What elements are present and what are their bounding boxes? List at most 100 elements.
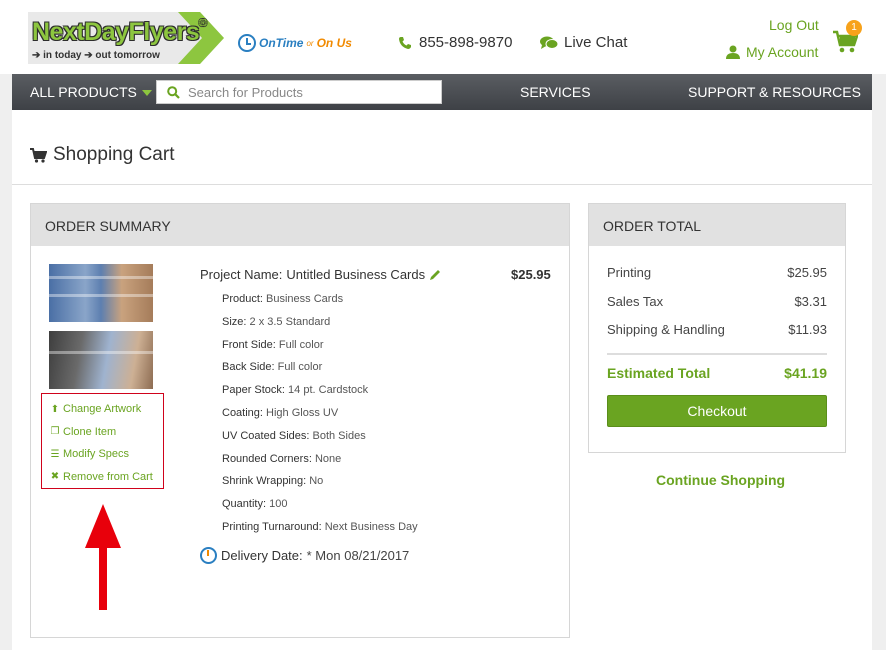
continue-shopping-link[interactable]: Continue Shopping (656, 472, 785, 488)
site-header: NextDayFlyers® ➔ in today ➔ out tomorrow… (0, 0, 886, 74)
estimated-total-row: Estimated Total $41.19 (607, 365, 827, 395)
project-name-row: Project Name: Untitled Business Cards (200, 267, 441, 282)
nav-support-resources[interactable]: SUPPORT & RESOURCES (688, 84, 861, 100)
site-logo[interactable]: NextDayFlyers® ➔ in today ➔ out tomorrow (28, 12, 224, 64)
spec-row: UV Coated Sides: Both Sides (222, 429, 542, 452)
spec-list: Product: Business Cards Size: 2 x 3.5 St… (222, 292, 542, 543)
upload-icon: ⬆ (50, 403, 60, 415)
ontime-or-text: or (306, 38, 314, 48)
nav-all-products[interactable]: ALL PRODUCTS (30, 84, 152, 100)
live-chat-label: Live Chat (564, 34, 628, 51)
spec-key: UV Coated Sides: (222, 429, 310, 442)
total-line: Sales Tax $3.31 (607, 293, 827, 322)
spec-value: Next Business Day (324, 520, 418, 533)
total-line-value: $25.95 (787, 265, 827, 280)
project-name-value: Untitled Business Cards (286, 267, 426, 282)
spec-key: Shrink Wrapping: (222, 475, 307, 488)
order-total-body: Printing $25.95 Sales Tax $3.31 Shipping… (589, 246, 845, 427)
ontime-badge[interactable]: OnTime or On Us (238, 34, 352, 52)
my-account-link[interactable]: My Account (726, 44, 818, 60)
project-name-label: Project Name: (200, 267, 283, 282)
spec-row: Shrink Wrapping: No (222, 474, 542, 497)
change-artwork-label: Change Artwork (63, 403, 142, 416)
spec-key: Size: (222, 315, 247, 328)
search-bar (156, 80, 442, 104)
spec-row: Product: Business Cards (222, 292, 542, 315)
phone-number: 855-898-9870 (419, 34, 513, 51)
spec-value: Both Sides (312, 429, 366, 442)
delivery-date-value: * Mon 08/21/2017 (306, 548, 410, 563)
red-arrow-annotation (85, 504, 121, 610)
spec-key: Product: (222, 293, 263, 305)
divider (12, 184, 872, 185)
item-price: $25.95 (511, 267, 551, 282)
clone-icon: ❐ (50, 426, 60, 438)
nav-services[interactable]: SERVICES (520, 84, 591, 100)
onus-text: On Us (316, 36, 352, 50)
spec-value: 2 x 3.5 Standard (249, 315, 331, 328)
spec-value: Full color (278, 338, 324, 351)
product-image-back[interactable] (49, 331, 153, 389)
spec-row: Back Side: Full color (222, 360, 542, 383)
cart-title-icon (30, 147, 47, 163)
total-line: Shipping & Handling $11.93 (607, 321, 827, 350)
estimated-total-value: $41.19 (784, 364, 827, 381)
close-icon: ✖ (50, 471, 60, 483)
total-line-value: $11.93 (788, 322, 827, 337)
phone-link[interactable]: 855-898-9870 (398, 34, 512, 51)
remove-from-cart-link[interactable]: ✖ Remove from Cart (50, 466, 163, 489)
checkout-button[interactable]: Checkout (607, 394, 827, 427)
spec-row: Quantity: 100 (222, 497, 542, 520)
spec-row: Paper Stock: 14 pt. Cardstock (222, 383, 542, 406)
caret-down-icon (141, 90, 152, 97)
main-nav: ALL PRODUCTS SERVICES SUPPORT & RESOURCE… (12, 74, 872, 110)
nav-all-products-label: ALL PRODUCTS (30, 84, 137, 100)
spec-key: Paper Stock: (222, 384, 285, 397)
spec-key: Quantity: (222, 498, 267, 511)
order-total-panel: ORDER TOTAL Printing $25.95 Sales Tax $3… (588, 203, 846, 453)
log-out-link[interactable]: Log Out (769, 17, 819, 33)
delivery-date-row: Delivery Date: * Mon 08/21/2017 (200, 547, 409, 564)
spec-row: Coating: High Gloss UV (222, 406, 542, 429)
image-detail (49, 351, 153, 354)
page-title-text: Shopping Cart (53, 144, 175, 165)
order-summary-panel: ORDER SUMMARY ⬆ Change Artwork ❐ Clone I… (30, 203, 570, 638)
logo-tagline: ➔ in today ➔ out tomorrow (32, 50, 160, 61)
spec-value: 100 (269, 498, 288, 511)
spec-key: Printing Turnaround: (222, 520, 322, 533)
total-line-label: Sales Tax (607, 293, 664, 309)
spec-row: Printing Turnaround: Next Business Day (222, 520, 542, 543)
item-actions-box: ⬆ Change Artwork ❐ Clone Item ☰ Modify S… (41, 393, 164, 489)
spec-row: Front Side: Full color (222, 338, 542, 361)
modify-specs-link[interactable]: ☰ Modify Specs (50, 443, 163, 466)
phone-icon (399, 36, 411, 49)
spec-key: Coating: (222, 406, 263, 419)
spec-value: Full color (277, 361, 323, 374)
clone-item-link[interactable]: ❐ Clone Item (50, 421, 163, 444)
my-account-label: My Account (746, 44, 819, 60)
delivery-date-label: Delivery Date: (221, 548, 303, 563)
live-chat-link[interactable]: Live Chat (540, 34, 627, 51)
remove-from-cart-label: Remove from Cart (63, 470, 153, 483)
total-line: Printing $25.95 (607, 264, 827, 293)
spec-row: Rounded Corners: None (222, 452, 542, 475)
image-detail (49, 276, 153, 279)
product-image-front[interactable] (49, 264, 153, 322)
spec-value: No (309, 475, 324, 488)
spec-value: High Gloss UV (266, 406, 339, 419)
change-artwork-link[interactable]: ⬆ Change Artwork (50, 398, 163, 421)
spec-key: Rounded Corners: (222, 452, 312, 465)
order-summary-heading: ORDER SUMMARY (31, 204, 569, 246)
search-icon[interactable] (167, 85, 180, 99)
page-title: Shopping Cart (30, 144, 174, 166)
spec-key: Front Side: (222, 338, 276, 351)
clock-icon (238, 34, 256, 52)
search-input[interactable] (188, 84, 428, 100)
spec-key: Back Side: (222, 361, 275, 374)
logo-wordmark: NextDayFlyers® (32, 18, 207, 46)
image-detail (49, 294, 153, 297)
modify-specs-label: Modify Specs (63, 448, 130, 461)
spec-row: Size: 2 x 3.5 Standard (222, 315, 542, 338)
estimated-total-label: Estimated Total (607, 364, 711, 381)
pencil-icon[interactable] (429, 269, 441, 281)
